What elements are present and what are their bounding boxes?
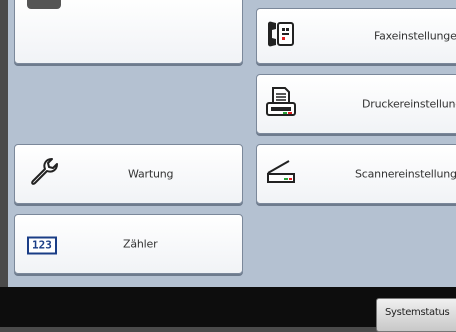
- printer-settings-button[interactable]: Druckereinstellungen: [256, 74, 456, 134]
- top-left-button[interactable]: [14, 0, 243, 64]
- fax-settings-button[interactable]: Faxeinstellungen: [256, 8, 456, 64]
- scanner-settings-button[interactable]: Scannereinstellungen: [256, 144, 456, 204]
- maintenance-label: Wartung: [128, 167, 174, 181]
- fax-settings-label: Faxeinstellungen: [374, 29, 456, 43]
- scanner-icon: [265, 159, 297, 189]
- printer-icon: [265, 86, 297, 122]
- scanner-settings-label: Scannereinstellungen: [355, 167, 456, 181]
- system-status-label: Systemstatus: [385, 307, 450, 318]
- counter-button[interactable]: 123 Zähler: [14, 214, 243, 274]
- partial-icon: [27, 0, 61, 9]
- counter-icon: 123: [27, 234, 57, 255]
- printer-settings-label: Druckereinstellungen: [362, 97, 456, 111]
- maintenance-button[interactable]: Wartung: [14, 144, 243, 204]
- wrench-icon: [27, 157, 61, 191]
- counter-label: Zähler: [123, 237, 158, 251]
- fax-icon: [265, 21, 295, 51]
